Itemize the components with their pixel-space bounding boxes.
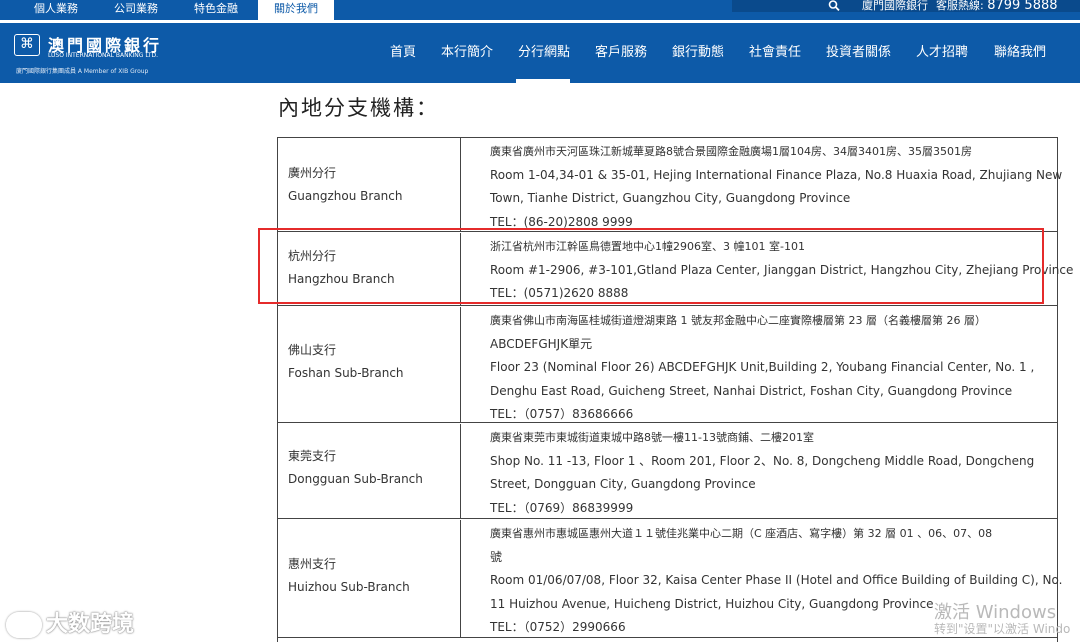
address-line: 號 [490, 549, 503, 564]
branch-name-en: Guangzhou Branch [288, 189, 403, 203]
nav-bank-news[interactable]: 銀行動態 [672, 23, 724, 83]
branch-name-cell: 東莞支行 Dongguan Sub-Branch [278, 424, 461, 518]
address-line: Room 01/06/07/08, Floor 32, Kaisa Center… [490, 573, 1063, 588]
branch-name-zh: 惠州支行 [288, 557, 337, 571]
nav-investor-relations[interactable]: 投資者關係 [826, 23, 891, 83]
address-line: Denghu East Road, Guicheng Street, Nanha… [490, 383, 1013, 398]
logo-group-line: 廈門國際銀行集團成員 A Member of XIB Group [16, 68, 149, 75]
address-line: 廣東省佛山市南海區桂城街道燈湖東路 1 號友邦金融中心二座實際樓層第 23 層（… [490, 314, 986, 327]
branch-name-cell: 佛山支行 Foshan Sub-Branch [278, 307, 461, 422]
util-link-personal[interactable]: 個人業務 [18, 0, 94, 20]
util-link-about[interactable]: 關於我們 [258, 0, 334, 20]
branch-name-zh: 東莞支行 [288, 449, 337, 463]
table-row-dongguan: 東莞支行 Dongguan Sub-Branch 廣東省東莞市東城街道東城中路8… [278, 424, 1057, 519]
utility-bar: 個人業務 公司業務 特色金融 關於我們 廈門國際銀行 客服熱線: 8799 58… [0, 0, 1080, 20]
nav-active-indicator [516, 79, 570, 83]
branch-address-cell: 廣東省東莞市東城街道東城中路8號一樓11-13號商鋪、二樓201室 Shop N… [462, 424, 1057, 518]
branch-name-cell: 廣州分行 Guangzhou Branch [278, 138, 461, 231]
address-line: Town, Tianhe District, Guangzhou City, G… [490, 191, 851, 206]
address-line: 廣東省東莞市東城街道東城中路8號一樓11-13號商鋪、二樓201室 [490, 431, 814, 444]
windows-activate-hint: 转到"设置"以激活 Windo [934, 622, 1071, 636]
branch-table: 廣州分行 Guangzhou Branch 廣東省廣州市天河區珠江新城華夏路8號… [277, 137, 1073, 642]
util-link-corporate[interactable]: 公司業務 [98, 0, 174, 20]
logo-mark-icon: ⌘ [14, 34, 40, 56]
nav-careers[interactable]: 人才招聘 [916, 23, 968, 83]
address-line: 廣東省廣州市天河區珠江新城華夏路8號合景國際金融廣場1層104房、34層3401… [490, 145, 972, 158]
address-line: Street, Dongguan City, Guangdong Provinc… [490, 477, 756, 492]
page-title: 內地分支機構： [278, 96, 439, 120]
branch-name-zh: 佛山支行 [288, 343, 337, 357]
branch-address-cell: 廣東省佛山市南海區桂城街道燈湖東路 1 號友邦金融中心二座實際樓層第 23 層（… [462, 307, 1057, 422]
util-link-featured[interactable]: 特色金融 [178, 0, 254, 20]
branch-name-en: Huizhou Sub-Branch [288, 580, 410, 594]
highlight-annotation-box [258, 228, 1044, 304]
address-line: 廣東省惠州市惠城區惠州大道１１號佳兆業中心二期（C 座酒店、寫字樓）第 32 層… [490, 527, 993, 540]
search-icon[interactable] [828, 0, 844, 12]
address-line: Shop No. 11 -13, Floor 1 、Room 201, Floo… [490, 453, 1035, 468]
phone-line: TEL：（0769）86839999 [490, 500, 634, 515]
watermark-text: 大数跨境 [46, 612, 135, 637]
table-row-guangzhou: 廣州分行 Guangzhou Branch 廣東省廣州市天河區珠江新城華夏路8號… [278, 138, 1063, 232]
hotline: 客服熱線: 8799 5888 [936, 0, 1058, 13]
corp-link[interactable]: 廈門國際銀行 [862, 0, 928, 11]
watermark-logo-icon [6, 612, 42, 638]
hotline-label: 客服熱線: [936, 0, 984, 12]
logo-name-en: LUSO INTERNATIONAL BANKING LTD. [48, 52, 159, 59]
nav-social-responsibility[interactable]: 社會責任 [749, 23, 801, 83]
hotline-number: 8799 5888 [987, 0, 1058, 13]
nav-branches[interactable]: 分行網點 [518, 23, 570, 83]
branch-name-cell: 惠州支行 Huizhou Sub-Branch [278, 520, 461, 637]
watermark: 大数跨境 [6, 606, 134, 638]
nav-contact[interactable]: 聯絡我們 [994, 23, 1046, 83]
nav-about-bank[interactable]: 本行簡介 [441, 23, 493, 83]
address-line: Floor 23 (Nominal Floor 26) ABCDEFGHJK U… [490, 360, 1035, 375]
nav-home[interactable]: 首頁 [390, 23, 416, 83]
branch-name-zh: 廣州分行 [288, 166, 337, 180]
nav-customer-service[interactable]: 客戶服務 [595, 23, 647, 83]
branch-address-cell: 廣東省廣州市天河區珠江新城華夏路8號合景國際金融廣場1層104房、34層3401… [462, 138, 1063, 231]
main-header: ⌘ 澳門國際銀行 LUSO INTERNATIONAL BANKING LTD.… [0, 23, 1080, 83]
branch-name-en: Foshan Sub-Branch [288, 366, 404, 380]
address-line: Room 1-04,34-01 & 35-01, Hejing Internat… [490, 167, 1063, 182]
address-line: ABCDEFGHJK單元 [490, 336, 593, 351]
table-row-foshan: 佛山支行 Foshan Sub-Branch 廣東省佛山市南海區桂城街道燈湖東路… [278, 307, 1057, 423]
branch-name-en: Dongguan Sub-Branch [288, 472, 423, 486]
